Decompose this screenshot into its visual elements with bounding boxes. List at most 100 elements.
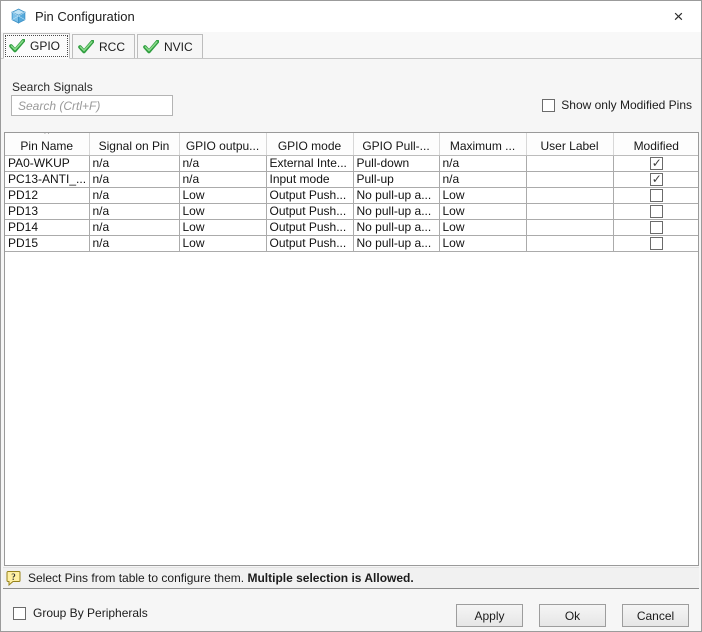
cell[interactable]: n/a	[89, 219, 180, 236]
tab-label: NVIC	[164, 39, 193, 54]
cell[interactable]: n/a	[89, 203, 180, 220]
modified-cell[interactable]	[613, 187, 698, 204]
modified-cell[interactable]	[613, 219, 698, 236]
cell[interactable]: Output Push...	[266, 187, 354, 204]
status-message: Select Pins from table to configure them…	[28, 571, 414, 585]
modified-checkbox[interactable]	[649, 221, 663, 234]
window-title: Pin Configuration	[35, 9, 135, 24]
svg-text:?: ?	[11, 572, 16, 582]
cell[interactable]: PA0-WKUP	[5, 155, 90, 172]
modified-checkbox[interactable]	[649, 205, 663, 218]
cell[interactable]	[526, 219, 614, 236]
modified-checkbox[interactable]	[649, 237, 663, 250]
cell[interactable]: Low	[439, 187, 527, 204]
cell[interactable]: PD14	[5, 219, 90, 236]
column-header-signal-on-pin[interactable]: Signal on Pin	[89, 133, 180, 156]
cell[interactable]: n/a	[89, 155, 180, 172]
tab-nvic[interactable]: NVIC	[137, 34, 203, 58]
modified-checkbox[interactable]	[649, 189, 663, 202]
cell[interactable]: Output Push...	[266, 219, 354, 236]
table-row[interactable]: PD13 n/a Low Output Push... No pull-up a... L…	[5, 203, 698, 220]
table-row[interactable]: PD12 n/a Low Output Push... No pull-up a... L…	[5, 187, 698, 204]
table-row[interactable]: PA0-WKUP n/a n/a External Inte... Pull-down n…	[5, 155, 698, 172]
cell[interactable]	[526, 187, 614, 204]
cell[interactable]: n/a	[89, 187, 180, 204]
cell[interactable]: Input mode	[266, 171, 354, 188]
cell[interactable]: Pull-up	[353, 171, 440, 188]
cell[interactable]: Low	[439, 203, 527, 220]
cell[interactable]: Output Push...	[266, 203, 354, 220]
table-row[interactable]: PD14 n/a Low Output Push... No pull-up a... L…	[5, 219, 698, 236]
cell[interactable]: Low	[179, 219, 267, 236]
tab-strip: GPIO RCC NVIC	[1, 32, 701, 59]
title-bar: Pin Configuration ×	[1, 1, 701, 32]
cell[interactable]: n/a	[89, 171, 180, 188]
check-icon	[143, 39, 160, 53]
checkbox-label: Group By Peripherals	[33, 606, 148, 620]
cell[interactable]	[526, 155, 614, 172]
cell[interactable]: No pull-up a...	[353, 219, 440, 236]
checkbox-box[interactable]	[542, 98, 556, 112]
modified-cell[interactable]	[613, 235, 698, 252]
ok-button[interactable]: Ok	[539, 604, 606, 627]
checkbox-box[interactable]	[13, 606, 26, 620]
cell[interactable]: Pull-down	[353, 155, 440, 172]
table-row[interactable]: PD15 n/a Low Output Push... No pull-up a... L…	[5, 235, 698, 252]
cell[interactable]: n/a	[179, 155, 267, 172]
tab-label: GPIO	[30, 39, 61, 53]
group-by-peripherals-checkbox[interactable]: Group By Peripherals	[13, 606, 148, 620]
cell[interactable]: Low	[439, 219, 527, 236]
check-icon	[78, 39, 95, 53]
close-icon[interactable]: ×	[656, 1, 701, 32]
cell[interactable]: Low	[179, 203, 267, 220]
column-header-gpio-pull[interactable]: GPIO Pull-...	[353, 133, 440, 156]
column-header-maximum[interactable]: Maximum ...	[439, 133, 527, 156]
column-header-modified[interactable]: Modified	[613, 133, 698, 156]
help-bubble-icon: ?	[6, 571, 21, 586]
apply-button[interactable]: Apply	[456, 604, 523, 627]
cell[interactable]: No pull-up a...	[353, 203, 440, 220]
search-input[interactable]	[11, 95, 173, 116]
cell[interactable]: No pull-up a...	[353, 235, 440, 252]
cell[interactable]: External Inte...	[266, 155, 354, 172]
modified-checkbox[interactable]	[649, 172, 663, 186]
table-row[interactable]: PC13-ANTI_... n/a n/a Input mode Pull-up n/a	[5, 171, 698, 188]
cell[interactable]	[526, 203, 614, 220]
sort-ascending-icon: ^	[44, 133, 50, 140]
table-header-row: ^ Pin Name Signal on Pin GPIO outpu... GPIO …	[5, 133, 698, 156]
tab-rcc[interactable]: RCC	[72, 34, 136, 58]
cell[interactable]: n/a	[179, 171, 267, 188]
pin-table: ^ Pin Name Signal on Pin GPIO outpu... GPIO …	[4, 132, 699, 566]
cell[interactable]: PD12	[5, 187, 90, 204]
cell[interactable]: n/a	[89, 235, 180, 252]
app-cube-icon	[11, 8, 26, 24]
cell[interactable]: PD13	[5, 203, 90, 220]
cell[interactable]: Output Push...	[266, 235, 354, 252]
check-icon	[9, 39, 25, 53]
search-signals-label: Search Signals	[12, 80, 93, 94]
column-header-pin-name[interactable]: ^ Pin Name	[5, 133, 90, 156]
pin-configuration-dialog: Pin Configuration × GPIO RCC NVIC Search…	[0, 0, 702, 632]
modified-cell[interactable]	[613, 155, 698, 172]
cell[interactable]: PD15	[5, 235, 90, 252]
cell[interactable]: Low	[179, 235, 267, 252]
column-header-user-label[interactable]: User Label	[526, 133, 614, 156]
checkbox-label: Show only Modified Pins	[561, 98, 692, 112]
modified-cell[interactable]	[613, 203, 698, 220]
modified-cell[interactable]	[613, 171, 698, 188]
cell[interactable]	[526, 235, 614, 252]
cell[interactable]: No pull-up a...	[353, 187, 440, 204]
cell[interactable]: Low	[179, 187, 267, 204]
modified-checkbox[interactable]	[649, 156, 663, 170]
tab-label: RCC	[99, 39, 126, 54]
column-header-gpio-outpu[interactable]: GPIO outpu...	[179, 133, 267, 156]
cell[interactable]: n/a	[439, 171, 527, 188]
cell[interactable]	[526, 171, 614, 188]
cell[interactable]: Low	[439, 235, 527, 252]
cell[interactable]: PC13-ANTI_...	[5, 171, 90, 188]
tab-gpio[interactable]: GPIO	[3, 33, 71, 59]
cell[interactable]: n/a	[439, 155, 527, 172]
column-header-gpio-mode[interactable]: GPIO mode	[266, 133, 354, 156]
show-only-modified-checkbox[interactable]: Show only Modified Pins	[542, 98, 692, 112]
cancel-button[interactable]: Cancel	[622, 604, 689, 627]
